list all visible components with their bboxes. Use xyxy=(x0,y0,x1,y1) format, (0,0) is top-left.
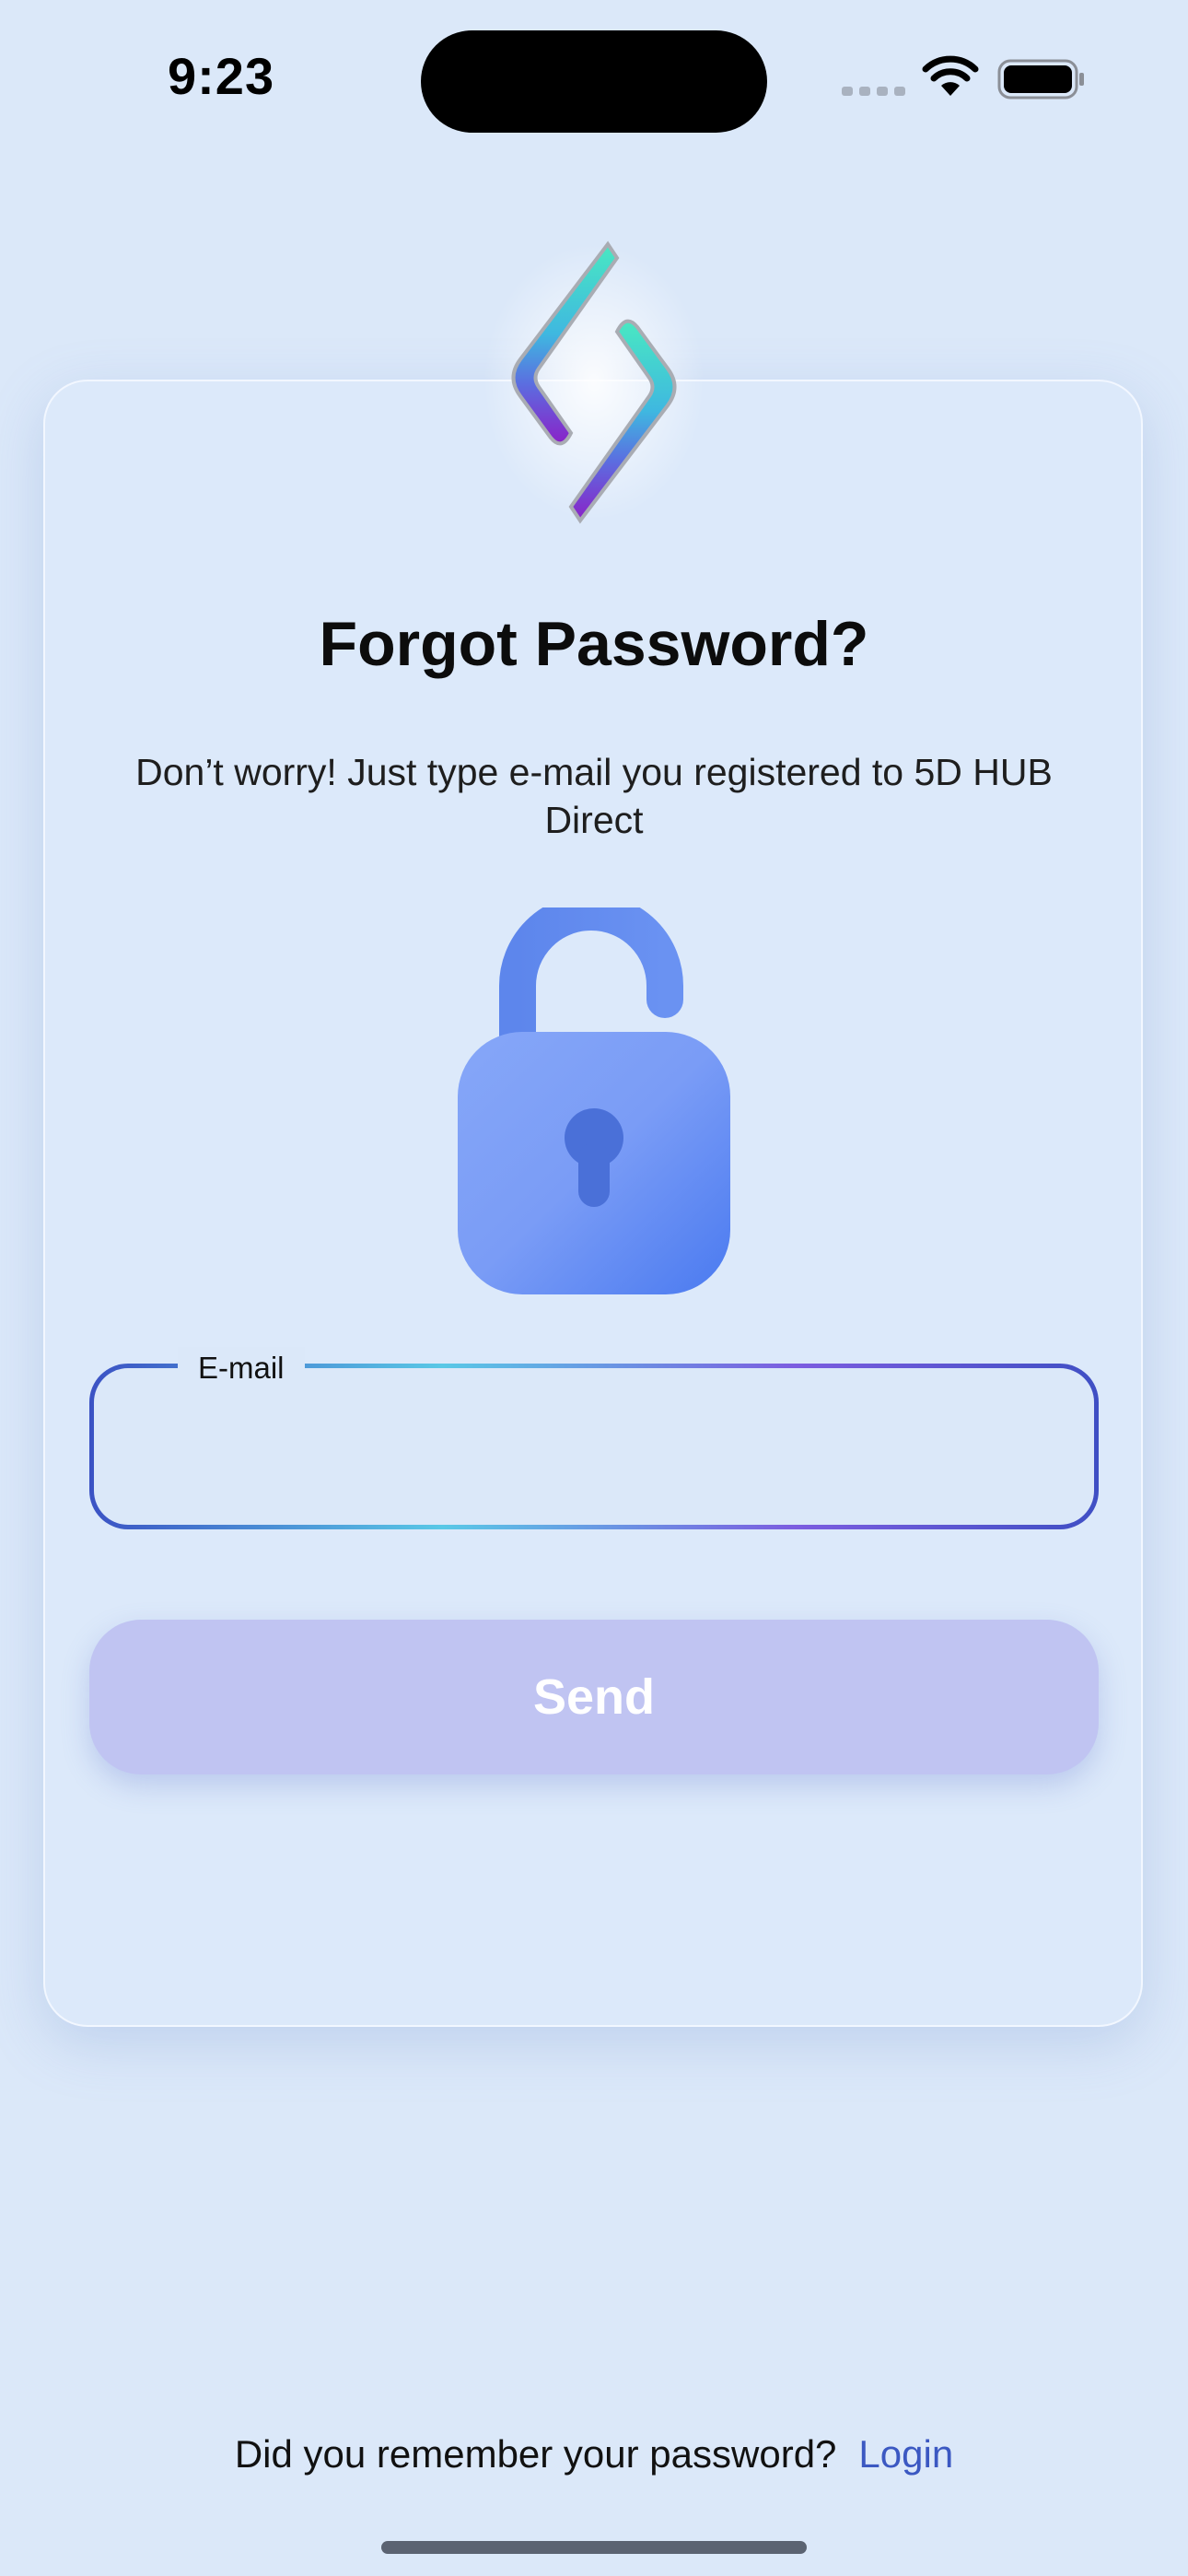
login-prompt: Did you remember your password? Login xyxy=(0,2432,1188,2476)
email-field-label: E-mail xyxy=(178,1347,305,1389)
app-logo-icon xyxy=(483,240,705,524)
email-input[interactable] xyxy=(94,1368,1094,1525)
dynamic-island xyxy=(421,30,767,133)
battery-icon xyxy=(997,59,1084,100)
home-indicator[interactable] xyxy=(381,2541,807,2554)
cellular-signal-icon xyxy=(842,87,905,96)
unlocked-padlock-icon xyxy=(458,907,730,1294)
status-time: 9:23 xyxy=(168,47,275,105)
page-subtitle: Don’t worry! Just type e-mail you regist… xyxy=(135,751,1053,841)
login-link[interactable]: Login xyxy=(858,2432,953,2476)
remember-password-text: Did you remember your password? xyxy=(234,2432,837,2476)
wifi-icon xyxy=(922,55,979,96)
send-button[interactable]: Send xyxy=(89,1620,1099,1774)
page-title: Forgot Password? xyxy=(319,609,869,679)
